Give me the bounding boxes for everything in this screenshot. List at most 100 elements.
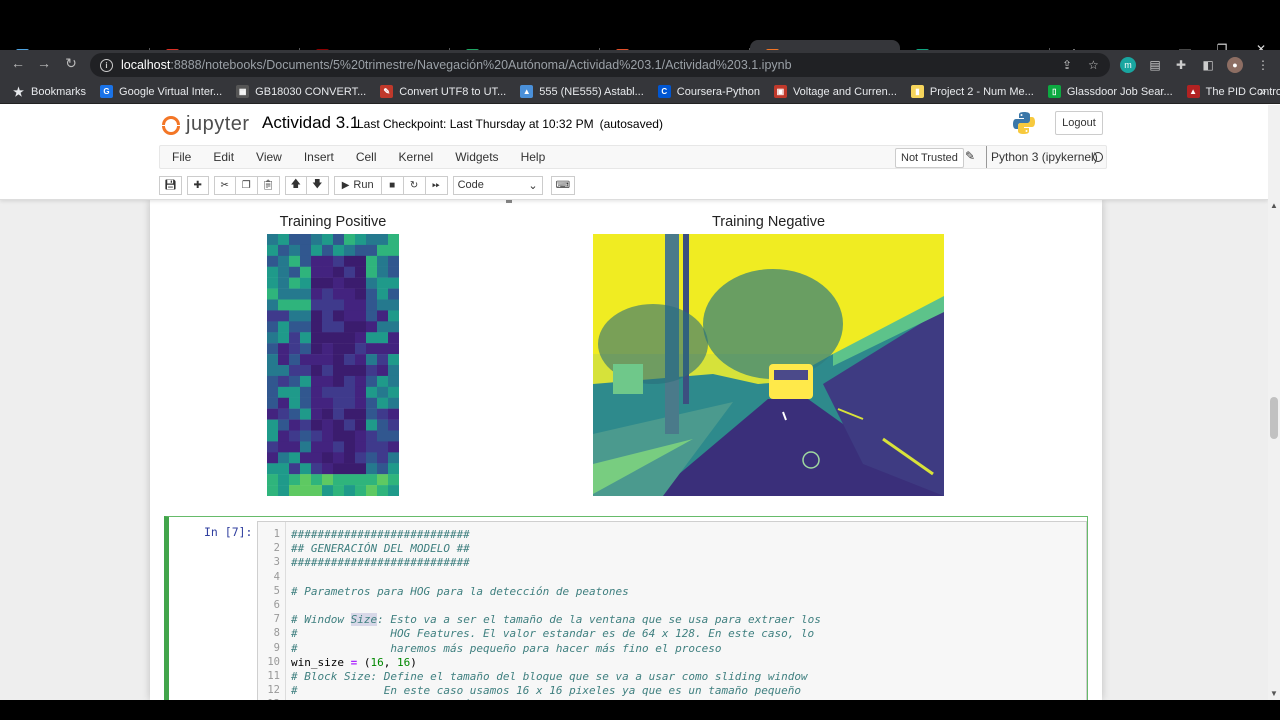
- menu-view[interactable]: View: [245, 150, 293, 164]
- code-text: # Window Size: Esto va a ser el tamaño d…: [291, 613, 821, 627]
- scrollbar-thumb[interactable]: [1270, 397, 1278, 439]
- line-number: 12: [267, 684, 280, 697]
- move-up-icon[interactable]: 🡅: [284, 175, 307, 195]
- profile-avatar[interactable]: ●: [1227, 57, 1243, 73]
- bookmark-item[interactable]: ★ Bookmarks: [12, 84, 87, 99]
- run-label: Run: [353, 179, 374, 191]
- reload-icon[interactable]: ↻: [61, 55, 81, 72]
- menu-insert[interactable]: Insert: [293, 150, 345, 164]
- code-text: # HOG Features. El valor estandar es de …: [291, 627, 815, 641]
- bookmark-favicon-icon: ▣: [773, 85, 787, 98]
- bookmark-star-icon[interactable]: ☆: [1088, 58, 1099, 72]
- cell-prompt: In [7]:: [204, 525, 253, 539]
- bookmark-item[interactable]: C Coursera-Python: [657, 85, 760, 98]
- scroll-up-icon[interactable]: ▲: [1270, 201, 1278, 210]
- bookmark-favicon-icon: ▦: [236, 85, 250, 98]
- site-info-icon[interactable]: i: [100, 58, 113, 72]
- edit-pencil-icon[interactable]: ✎: [965, 149, 975, 163]
- bookmark-item[interactable]: ✎ Convert UTF8 to UT...: [380, 85, 506, 98]
- bookmark-item[interactable]: ▲ 555 (NE555) Astabl...: [520, 85, 644, 98]
- bookmark-item[interactable]: ▣ Voltage and Curren...: [773, 85, 897, 98]
- menu-file[interactable]: File: [160, 150, 202, 164]
- share-icon[interactable]: ⇪: [1062, 58, 1072, 72]
- line-number: 6: [273, 599, 280, 611]
- jupyter-logo[interactable]: jupyter: [161, 112, 250, 136]
- keyboard-icon[interactable]: ⌨: [550, 175, 576, 195]
- browser-menu-icon[interactable]: ⋮: [1255, 57, 1271, 73]
- line-number: 11: [267, 670, 280, 682]
- logout-button[interactable]: Logout: [1055, 111, 1103, 135]
- bookmark-label: The PID Controller...: [1205, 85, 1280, 98]
- bookmark-item[interactable]: G Google Virtual Inter...: [100, 85, 222, 98]
- address-bar[interactable]: i localhost:8888/notebooks/Documents/5%2…: [90, 53, 1110, 77]
- more-bookmarks-icon[interactable]: »: [1259, 84, 1266, 98]
- menu-help[interactable]: Help: [510, 150, 557, 164]
- forward-icon[interactable]: →: [34, 55, 54, 71]
- code-editor[interactable]: 1 ########################### 2 ## GENERACI…: [257, 521, 1087, 700]
- menu-cell[interactable]: Cell: [345, 150, 388, 164]
- menu-bar: File Edit View Insert Cell Kernel Widgets Help N…: [159, 145, 1107, 169]
- figure-title-positive: Training Positive: [279, 214, 387, 230]
- code-text: ## GENERACIÓN DEL MODELO ##: [291, 542, 470, 556]
- line-number: 9: [273, 641, 280, 654]
- scroll-down-icon[interactable]: ▼: [1270, 689, 1278, 698]
- bookmark-label: Project 2 - Num Me...: [929, 85, 1034, 98]
- line-number: 4: [273, 570, 280, 583]
- jupyter-logo-text: jupyter: [186, 112, 250, 135]
- python-logo-icon: [1013, 112, 1035, 134]
- line-number: 7: [273, 613, 280, 626]
- code-text: # Block Size: Define el tamaño del bloqu…: [291, 670, 808, 683]
- code-text: ###########################: [291, 556, 470, 570]
- not-trusted-button[interactable]: Not Trusted: [895, 148, 964, 168]
- training-negative-image: [593, 234, 944, 496]
- bookmark-label: Voltage and Curren...: [792, 85, 897, 98]
- notebook-toolbar: 💾︎ ✚ ✂ ❐ 📋︎ 🡅 🡇 ▶ Run ■ ↻ ⏩︎ Code ⌄ ⌨: [159, 175, 580, 195]
- reading-list-icon[interactable]: ▤: [1147, 57, 1163, 73]
- bookmark-item[interactable]: ▦ GB18030 CONVERT...: [236, 85, 366, 98]
- move-down-icon[interactable]: 🡇: [306, 175, 329, 195]
- bookmark-label: Coursera-Python: [676, 85, 760, 98]
- code-text: # En este caso usamos 16 x 16 pixeles ya…: [291, 684, 801, 698]
- chevron-down-icon: ⌄: [528, 179, 538, 192]
- bookmark-item[interactable]: ▮ Project 2 - Num Me...: [910, 85, 1034, 98]
- cut-icon[interactable]: ✂: [213, 175, 236, 195]
- bookmarks-bar: ★ Bookmarks G Google Virtual Inter... ▦ GB180…: [0, 80, 1280, 104]
- play-icon: ▶: [341, 179, 350, 191]
- insert-cell-icon[interactable]: ✚: [186, 175, 209, 195]
- menu-edit[interactable]: Edit: [202, 150, 245, 164]
- back-icon[interactable]: ←: [8, 55, 28, 71]
- page-scrollbar[interactable]: ▲ ▼: [1268, 105, 1280, 700]
- code-text: # Parametros para HOG para la detección …: [291, 584, 629, 598]
- kernel-name[interactable]: Python 3 (ipykernel): [986, 146, 1098, 168]
- checkpoint-text: Last Checkpoint: Last Thursday at 10:32 …: [357, 117, 594, 131]
- save-icon[interactable]: 💾︎: [159, 175, 182, 195]
- autosave-status: (autosaved): [599, 117, 663, 131]
- url-host: localhost: [121, 58, 171, 72]
- paste-icon[interactable]: 📋︎: [257, 175, 280, 195]
- notebook-name[interactable]: Actividad 3.1: [262, 113, 359, 133]
- restart-icon[interactable]: ↻: [403, 175, 426, 195]
- bookmark-label: 555 (NE555) Astabl...: [539, 85, 644, 98]
- line-number: 2: [273, 542, 280, 555]
- stop-icon[interactable]: ■: [381, 175, 404, 195]
- bookmark-favicon-icon: G: [100, 85, 114, 98]
- bookmark-favicon-icon: ▯: [1047, 85, 1061, 98]
- bookmark-label: Google Virtual Inter...: [119, 85, 223, 98]
- extensions-puzzle-icon[interactable]: ✚: [1173, 57, 1189, 73]
- line-number: 1: [273, 528, 280, 540]
- menu-widgets[interactable]: Widgets: [444, 150, 509, 164]
- side-panel-icon[interactable]: ◧: [1200, 57, 1216, 73]
- extension-m-icon[interactable]: m: [1120, 57, 1136, 73]
- cell-type-select[interactable]: Code ⌄: [452, 175, 543, 195]
- menu-kernel[interactable]: Kernel: [388, 150, 445, 164]
- run-button[interactable]: ▶ Run: [333, 175, 382, 195]
- bookmark-item[interactable]: ▯ Glassdoor Job Sear...: [1047, 85, 1173, 98]
- code-cell-selected[interactable]: In [7]: 1 ########################### 2 ## …: [164, 516, 1088, 700]
- kernel-idle-icon: [1093, 152, 1103, 162]
- bookmark-favicon-icon: ★: [13, 84, 24, 99]
- fast-forward-icon[interactable]: ⏩︎: [425, 175, 448, 195]
- bookmark-label: Glassdoor Job Sear...: [1066, 85, 1173, 98]
- bookmark-label: Bookmarks: [31, 85, 87, 98]
- bookmark-favicon-icon: C: [657, 85, 671, 98]
- copy-icon[interactable]: ❐: [235, 175, 258, 195]
